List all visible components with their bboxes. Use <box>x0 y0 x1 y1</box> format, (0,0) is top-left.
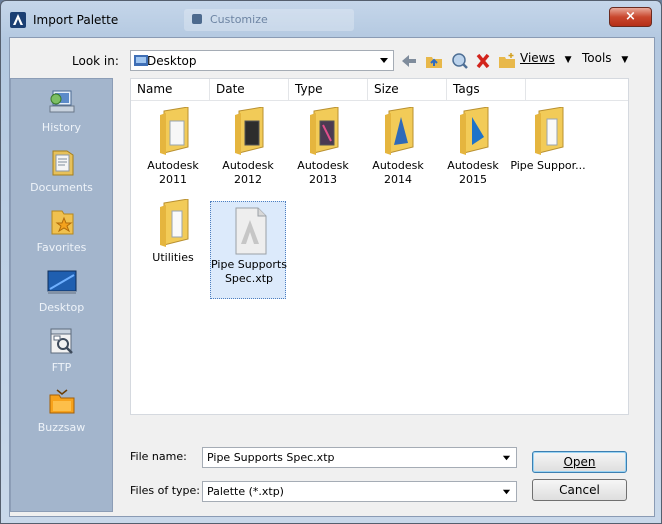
open-button[interactable]: Open <box>532 451 627 473</box>
column-header-size[interactable]: Size <box>368 79 447 100</box>
look-in-value: Desktop <box>147 54 197 68</box>
chevron-down-icon <box>502 455 511 461</box>
file-name-combobox[interactable]: Pipe Supports Spec.xtp <box>202 447 517 468</box>
file-label: Autodesk 2015 <box>447 159 499 186</box>
place-desktop[interactable]: Desktop <box>11 265 112 325</box>
title-bar[interactable]: Import Palette Customize × <box>1 1 661 37</box>
new-folder-icon[interactable] <box>498 51 516 71</box>
history-icon <box>49 90 75 113</box>
place-label: Favorites <box>36 241 87 254</box>
folder-icon <box>385 107 414 155</box>
file-name-value: Pipe Supports Spec.xtp <box>207 451 335 464</box>
delete-icon[interactable] <box>475 51 491 71</box>
column-header-label: Type <box>295 82 323 96</box>
views-menu-button[interactable]: Views ▼ <box>520 51 580 71</box>
place-favorites[interactable]: Favorites <box>11 205 112 265</box>
window-title: Import Palette <box>33 13 119 27</box>
column-header-label: Name <box>137 82 173 96</box>
chevron-down-icon <box>502 489 511 495</box>
column-header-date[interactable]: Date <box>210 79 289 100</box>
folder-icon <box>160 107 189 155</box>
import-palette-dialog: Import Palette Customize × Look in: Desk… <box>0 0 662 524</box>
file-item-autodesk-2013[interactable]: Autodesk 2013 <box>285 107 361 191</box>
file-label: Autodesk 2013 <box>297 159 349 186</box>
autocad-app-icon <box>10 12 26 28</box>
file-label: Autodesk 2014 <box>372 159 424 186</box>
views-dropdown-icon: ▼ <box>564 55 572 65</box>
open-button-label: Open <box>563 455 596 469</box>
ftp-icon <box>50 328 73 354</box>
dialog-body: Look in: Desktop Views ▼ Tools ▼ History… <box>9 37 655 517</box>
file-label: Autodesk 2011 <box>147 159 199 186</box>
file-label: Pipe Suppor... <box>510 159 586 172</box>
column-header-label: Tags <box>453 82 480 96</box>
file-name-label: File name: <box>130 450 187 463</box>
place-label: Desktop <box>38 301 85 314</box>
place-history[interactable]: History <box>11 85 112 145</box>
autodesk-file-icon <box>235 207 267 255</box>
views-label: Views <box>520 51 555 65</box>
place-label: History <box>41 121 82 134</box>
folder-icon <box>235 107 264 155</box>
folder-icon <box>535 107 564 155</box>
place-label: Documents <box>30 181 93 194</box>
file-item-utilities[interactable]: Utilities <box>135 199 211 283</box>
places-bar: History Documents Favorites Desktop FTP … <box>10 78 113 512</box>
column-header-tags[interactable]: Tags <box>447 79 526 100</box>
column-header-type[interactable]: Type <box>289 79 368 100</box>
files-of-type-value: Palette (*.xtp) <box>207 485 284 498</box>
buzzsaw-icon <box>49 389 75 414</box>
column-header-label: Size <box>374 82 399 96</box>
cancel-button-label: Cancel <box>559 483 600 497</box>
tools-label: Tools <box>582 51 612 65</box>
place-ftp[interactable]: FTP <box>11 325 112 385</box>
background-window-title: Customize <box>210 13 268 26</box>
favorites-icon <box>51 210 74 235</box>
file-item-autodesk-2014[interactable]: Autodesk 2014 <box>360 107 436 191</box>
file-item-pipe-supports-folder[interactable]: Pipe Suppor... <box>510 107 586 191</box>
up-folder-icon[interactable] <box>425 51 443 71</box>
column-header-name[interactable]: Name <box>131 79 210 100</box>
file-label: Utilities <box>152 251 194 264</box>
cancel-button[interactable]: Cancel <box>532 479 627 501</box>
look-in-dropdown[interactable]: Desktop <box>130 50 394 71</box>
folder-icon <box>160 199 189 247</box>
place-buzzsaw[interactable]: Buzzsaw <box>11 385 112 445</box>
file-item-autodesk-2011[interactable]: Autodesk 2011 <box>135 107 211 191</box>
place-label: Buzzsaw <box>37 421 86 434</box>
file-item-autodesk-2012[interactable]: Autodesk 2012 <box>210 107 286 191</box>
file-list-view[interactable]: Name Date Type Size Tags Autodesk 2011 A… <box>130 78 629 415</box>
background-window-tab: Customize <box>184 9 354 31</box>
tools-menu-button[interactable]: Tools ▼ <box>582 51 642 71</box>
search-web-icon[interactable] <box>451 51 469 71</box>
desktop-icon <box>47 270 77 294</box>
place-label: FTP <box>51 361 72 374</box>
look-in-label: Look in: <box>72 54 119 68</box>
background-app-icon <box>192 14 202 24</box>
header-divider <box>131 100 628 101</box>
file-item-autodesk-2015[interactable]: Autodesk 2015 <box>435 107 511 191</box>
close-button[interactable]: × <box>609 7 652 27</box>
documents-icon <box>52 150 74 176</box>
files-of-type-label: Files of type: <box>130 484 201 497</box>
tools-dropdown-icon: ▼ <box>621 55 629 65</box>
folder-icon <box>460 107 489 155</box>
place-documents[interactable]: Documents <box>11 145 112 205</box>
folder-icon <box>310 107 339 155</box>
file-label: Autodesk 2012 <box>222 159 274 186</box>
desktop-folder-icon <box>134 55 148 66</box>
column-header-label: Date <box>216 82 245 96</box>
files-of-type-dropdown[interactable]: Palette (*.xtp) <box>202 481 517 502</box>
file-item-pipe-supports-spec[interactable]: Pipe Supports Spec.xtp <box>210 201 287 299</box>
chevron-down-icon <box>380 58 388 63</box>
file-label: Pipe Supports Spec.xtp <box>211 258 287 285</box>
close-icon: × <box>625 9 636 24</box>
back-arrow-icon[interactable] <box>401 51 417 71</box>
